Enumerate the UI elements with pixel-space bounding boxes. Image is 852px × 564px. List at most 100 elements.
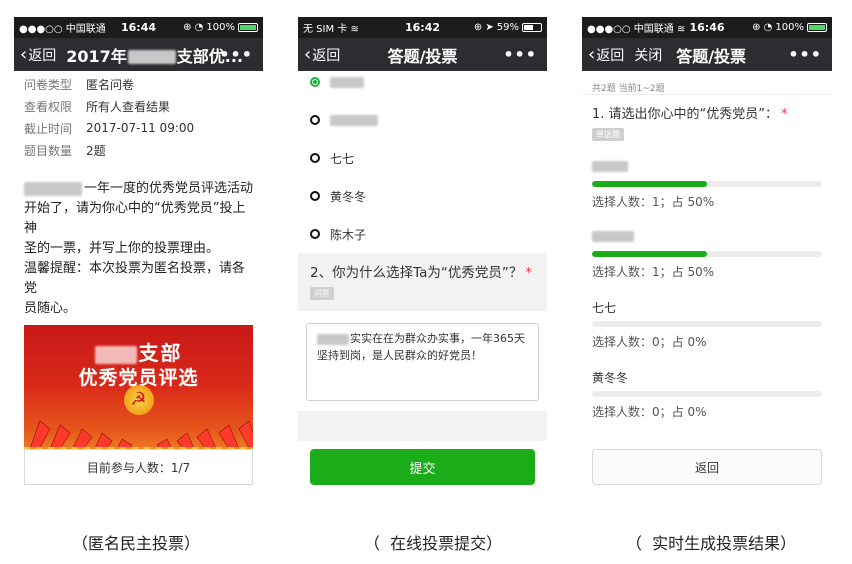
redacted-option-label bbox=[330, 76, 364, 88]
question-title-text: 1. 请选出你心中的“优秀党员”： bbox=[592, 107, 779, 122]
result-item: 七七 选择人数：0；占 0% bbox=[592, 281, 822, 351]
chevron-left-icon: ‹ bbox=[304, 43, 312, 65]
close-button[interactable]: 关闭 bbox=[634, 45, 662, 65]
required-mark: * bbox=[525, 266, 532, 281]
result-count: 选择人数：1；占 50% bbox=[592, 265, 715, 279]
status-right: ⊕ ◔ 100% bbox=[752, 22, 827, 33]
desc-line: 开始了，请为你心中的“优秀党员”投上神 bbox=[24, 201, 246, 236]
battery-percent: 59% bbox=[496, 22, 519, 33]
question-title-text: 2、你为什么选择Ta为“优秀党员”？ bbox=[310, 265, 523, 281]
result-bar-fill bbox=[592, 181, 707, 187]
required-mark: * bbox=[781, 107, 788, 122]
radio-option[interactable] bbox=[310, 101, 535, 139]
candidate-name: 黄冬冬 bbox=[592, 371, 629, 385]
vote-description: 一年一度的优秀党员评选活动 开始了，请为你心中的“优秀党员”投上神 圣的一票，并… bbox=[14, 161, 263, 319]
battery-icon bbox=[522, 23, 542, 32]
status-right: ⊕ ◔ 100% bbox=[183, 22, 258, 33]
question-2: 2、你为什么选择Ta为“优秀党员”？ * 问答 bbox=[298, 253, 547, 311]
more-icon[interactable]: ••• bbox=[219, 45, 253, 64]
info-label: 查看权限 bbox=[24, 99, 73, 114]
more-icon[interactable]: ••• bbox=[788, 45, 822, 64]
redacted-text bbox=[592, 231, 634, 242]
desc-line: 圣的一票，并写上你的投票理由。 bbox=[24, 241, 220, 256]
back-label: 返回 bbox=[312, 47, 341, 64]
question-type-tag: 问答 bbox=[310, 287, 334, 300]
alarm-icon: ⊕ ◔ bbox=[183, 22, 204, 33]
info-label: 截止时间 bbox=[24, 121, 73, 136]
result-item: 选择人数：1；占 50% bbox=[592, 141, 822, 211]
info-label: 问卷类型 bbox=[24, 77, 73, 92]
return-button[interactable]: 返回 bbox=[592, 449, 822, 485]
answer-line: 实实在在为群众办实事，一年365天 bbox=[317, 330, 528, 347]
result-item: 黄冬冬 选择人数：0；占 0% bbox=[592, 351, 822, 421]
status-bar: ●●●○○ 中国联通 ≋ 16:46 ⊕ ◔ 100% bbox=[582, 17, 832, 38]
caption-online-submit: （ 在线投票提交） bbox=[364, 534, 503, 553]
radio-option[interactable]: 黄冬冬 bbox=[310, 177, 535, 215]
wifi-icon: ≋ bbox=[677, 24, 686, 35]
answer-area: 实实在在为群众办实事，一年365天 坚持到岗，是人民群众的好党员！ bbox=[298, 311, 547, 411]
option-list: 七七 黄冬冬 陈木子 bbox=[298, 63, 547, 253]
back-button[interactable]: ‹ 返回 bbox=[304, 45, 340, 65]
candidate-name-redacted bbox=[592, 159, 628, 173]
carrier-text: ●●●○○ 中国联通 bbox=[587, 24, 674, 35]
question-title: 2、你为什么选择Ta为“优秀党员”？ * bbox=[310, 261, 535, 281]
back-button[interactable]: ‹ 返回 bbox=[20, 45, 56, 65]
radio-option[interactable]: 七七 bbox=[310, 139, 535, 177]
result-item: 选择人数：1；占 50% bbox=[592, 211, 822, 281]
battery-percent: 100% bbox=[206, 22, 235, 33]
carrier-label: 无 SIM 卡 ≋ bbox=[303, 20, 474, 35]
info-row: 截止时间 2017-07-11 09:00 bbox=[24, 117, 253, 139]
question-summary: 共2题 当前1~2题 bbox=[582, 71, 832, 95]
answer-textarea[interactable]: 实实在在为群众办实事，一年365天 坚持到岗，是人民群众的好党员！ bbox=[306, 323, 539, 401]
battery-fill bbox=[809, 25, 825, 30]
result-bar bbox=[592, 251, 822, 257]
participant-count-button[interactable]: 目前参与人数：1/7 bbox=[24, 449, 253, 485]
info-value: 所有人查看结果 bbox=[86, 99, 171, 114]
page-title: 2017年 支部优... bbox=[66, 43, 243, 67]
nav-bar: ‹ 返回 关闭 答题/投票 ••• bbox=[582, 38, 832, 71]
nav-bar: ‹ 返回 答题/投票 ••• bbox=[298, 38, 547, 71]
status-right: ⊕ ➤ 59% bbox=[474, 22, 542, 33]
radio-icon bbox=[310, 153, 320, 163]
result-bar bbox=[592, 391, 822, 397]
battery-icon bbox=[238, 23, 258, 32]
answer-text: 实实在在为群众办实事，一年365天 bbox=[350, 332, 525, 345]
battery-fill bbox=[240, 25, 256, 30]
radio-option[interactable]: 陈木子 bbox=[310, 215, 535, 253]
back-button[interactable]: ‹ 返回 bbox=[588, 45, 624, 65]
info-row: 题目数量 2题 bbox=[24, 139, 253, 161]
question-type-tag: 单选题 bbox=[592, 128, 624, 141]
party-emblem-icon: ☭ bbox=[123, 385, 154, 415]
option-label: 七七 bbox=[330, 151, 355, 166]
wifi-icon: ≋ bbox=[350, 24, 359, 35]
redacted-text bbox=[24, 181, 82, 196]
battery-icon bbox=[807, 23, 827, 32]
radio-selected-icon bbox=[310, 77, 320, 87]
candidate-name: 七七 bbox=[592, 301, 617, 315]
radio-icon bbox=[310, 115, 320, 125]
page-title-text: 2017年 bbox=[66, 46, 127, 66]
submit-button[interactable]: 提交 bbox=[310, 449, 535, 485]
more-icon[interactable]: ••• bbox=[503, 45, 537, 64]
phone-screen-vote-results: ●●●○○ 中国联通 ≋ 16:46 ⊕ ◔ 100% ‹ 返回 关闭 答题/投… bbox=[582, 17, 832, 492]
phone-screen-anonymous-vote: ●●●○○ 中国联通 16:44 ⊕ ◔ 100% ‹ 返回 2017年 支部优.… bbox=[14, 17, 263, 492]
option-label: 黄冬冬 bbox=[330, 189, 367, 204]
phone-screen-online-submit: 无 SIM 卡 ≋ 16:42 ⊕ ➤ 59% ‹ 返回 答题/投票 ••• 七… bbox=[298, 17, 547, 492]
info-value: 2017-07-11 09:00 bbox=[86, 121, 195, 135]
info-row: 查看权限 所有人查看结果 bbox=[24, 95, 253, 117]
radio-icon bbox=[310, 191, 320, 201]
result-list: 选择人数：1；占 50% 选择人数：1；占 50% 七七 选择人数：0；占 0%… bbox=[582, 141, 832, 421]
carrier-label: ●●●○○ 中国联通 bbox=[19, 24, 106, 35]
redacted-text bbox=[94, 345, 137, 364]
result-count: 选择人数：0；占 0% bbox=[592, 405, 707, 419]
redacted-option-label bbox=[330, 114, 378, 126]
chevron-left-icon: ‹ bbox=[588, 43, 596, 65]
candidate-name-redacted bbox=[592, 229, 634, 243]
survey-info: 问卷类型 匿名问卷 查看权限 所有人查看结果 截止时间 2017-07-11 09:0… bbox=[14, 71, 263, 161]
alarm-icon: ⊕ ◔ bbox=[752, 22, 773, 33]
desc-line: 温馨提醒：本次投票为匿名投票，请各党 bbox=[24, 261, 246, 296]
banner-title-text: 支部 bbox=[138, 341, 183, 365]
result-bar-fill bbox=[592, 251, 707, 257]
result-bar bbox=[592, 181, 822, 187]
redacted-text bbox=[317, 333, 349, 345]
